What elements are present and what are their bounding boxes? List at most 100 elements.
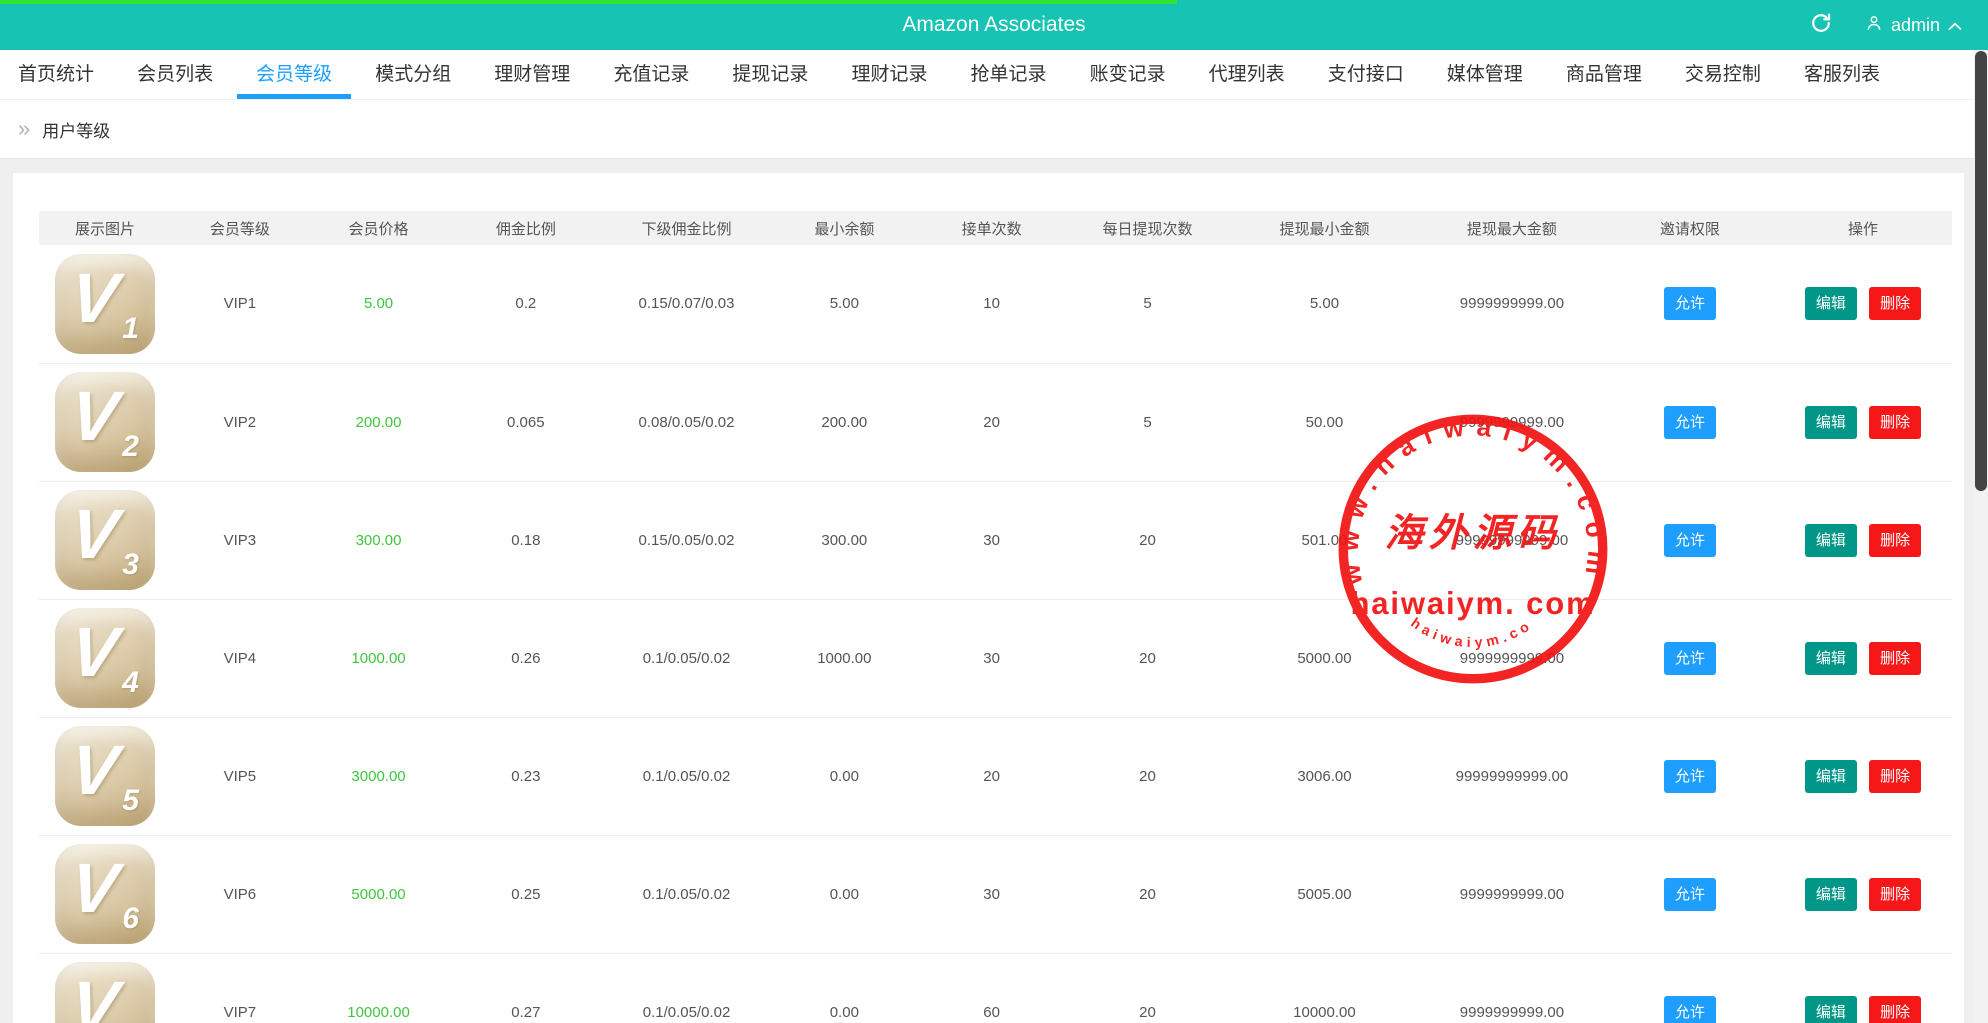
table-body: V 1 VIP1 5.00 0.2 0.15/0.07/0.03 5.00 10… xyxy=(39,245,1952,1023)
vip-badge: V 1 xyxy=(55,254,155,354)
actions-cell: 编辑 删除 xyxy=(1774,363,1952,481)
nav-tab-10[interactable]: 代理列表 xyxy=(1209,50,1285,99)
badge-cell: V 3 xyxy=(39,481,171,599)
vertical-scrollbar[interactable] xyxy=(1974,50,1988,1023)
commission-ratio-cell: 0.065 xyxy=(448,363,603,481)
daily-withdraw-count-cell: 20 xyxy=(1064,717,1230,835)
table-row: V 4 VIP4 1000.00 0.26 0.1/0.05/0.02 1000… xyxy=(39,599,1952,717)
badge-number: 6 xyxy=(122,902,139,936)
actions-cell: 编辑 删除 xyxy=(1774,835,1952,953)
delete-button[interactable]: 删除 xyxy=(1869,406,1921,439)
nav-tab-15[interactable]: 客服列表 xyxy=(1804,50,1880,99)
invite-permission-cell: 允许 xyxy=(1606,363,1774,481)
edit-button[interactable]: 编辑 xyxy=(1805,642,1857,675)
allow-button[interactable]: 允许 xyxy=(1664,878,1716,911)
min-balance-cell: 0.00 xyxy=(770,835,919,953)
nav-tab-8[interactable]: 抢单记录 xyxy=(971,50,1047,99)
withdraw-max-cell: 9999999999.00 xyxy=(1418,953,1605,1023)
invite-permission-cell: 允许 xyxy=(1606,599,1774,717)
nav-tab-4[interactable]: 理财管理 xyxy=(494,50,570,99)
allow-button[interactable]: 允许 xyxy=(1664,996,1716,1023)
badge-cell: V 1 xyxy=(39,245,171,363)
vip-levels-table: 展示图片会员等级会员价格佣金比例下级佣金比例最小余额接单次数每日提现次数提现最小… xyxy=(39,211,1952,1023)
delete-button[interactable]: 删除 xyxy=(1869,642,1921,675)
allow-button[interactable]: 允许 xyxy=(1664,642,1716,675)
order-count-cell: 10 xyxy=(919,245,1064,363)
min-balance-cell: 200.00 xyxy=(770,363,919,481)
vip-badge: V 2 xyxy=(55,372,155,472)
edit-button[interactable]: 编辑 xyxy=(1805,878,1857,911)
level-cell: VIP2 xyxy=(171,363,309,481)
order-count-cell: 20 xyxy=(919,363,1064,481)
daily-withdraw-count-cell: 20 xyxy=(1064,835,1230,953)
nav-tab-1[interactable]: 会员列表 xyxy=(137,50,213,99)
user-name: admin xyxy=(1891,15,1940,36)
column-header-2: 会员价格 xyxy=(309,211,449,245)
nav-tab-12[interactable]: 媒体管理 xyxy=(1447,50,1523,99)
badge-letter: V xyxy=(67,494,122,574)
order-count-cell: 60 xyxy=(919,953,1064,1023)
withdraw-max-cell: 99999999999.00 xyxy=(1418,481,1605,599)
nav-tab-7[interactable]: 理财记录 xyxy=(851,50,927,99)
double-chevron-right-icon: » xyxy=(18,118,30,140)
table-row: V 7 VIP7 10000.00 0.27 0.1/0.05/0.02 0.0… xyxy=(39,953,1952,1023)
delete-button[interactable]: 删除 xyxy=(1869,524,1921,557)
sub-commission-ratio-cell: 0.1/0.05/0.02 xyxy=(603,835,769,953)
badge-letter: V xyxy=(67,730,122,810)
nav-tab-0[interactable]: 首页统计 xyxy=(18,50,94,99)
badge-number: 2 xyxy=(122,430,139,464)
badge-letter: V xyxy=(67,848,122,928)
min-balance-cell: 300.00 xyxy=(770,481,919,599)
edit-button[interactable]: 编辑 xyxy=(1805,287,1857,320)
badge-letter: V xyxy=(67,258,122,338)
level-cell: VIP4 xyxy=(171,599,309,717)
nav-tab-2[interactable]: 会员等级 xyxy=(256,50,332,99)
badge-cell: V 5 xyxy=(39,717,171,835)
daily-withdraw-count-cell: 20 xyxy=(1064,953,1230,1023)
edit-button[interactable]: 编辑 xyxy=(1805,406,1857,439)
order-count-cell: 30 xyxy=(919,835,1064,953)
daily-withdraw-count-cell: 5 xyxy=(1064,363,1230,481)
user-icon xyxy=(1865,14,1883,37)
nav-tab-11[interactable]: 支付接口 xyxy=(1328,50,1404,99)
daily-withdraw-count-cell: 20 xyxy=(1064,481,1230,599)
withdraw-min-cell: 501.00 xyxy=(1231,481,1418,599)
edit-button[interactable]: 编辑 xyxy=(1805,996,1857,1023)
delete-button[interactable]: 删除 xyxy=(1869,878,1921,911)
delete-button[interactable]: 删除 xyxy=(1869,287,1921,320)
min-balance-cell: 0.00 xyxy=(770,953,919,1023)
scrollbar-thumb[interactable] xyxy=(1975,51,1987,491)
nav-tab-3[interactable]: 模式分组 xyxy=(375,50,451,99)
badge-letter: V xyxy=(67,612,122,692)
invite-permission-cell: 允许 xyxy=(1606,953,1774,1023)
nav-tab-13[interactable]: 商品管理 xyxy=(1566,50,1642,99)
sub-commission-ratio-cell: 0.08/0.05/0.02 xyxy=(603,363,769,481)
allow-button[interactable]: 允许 xyxy=(1664,406,1716,439)
level-cell: VIP1 xyxy=(171,245,309,363)
level-cell: VIP5 xyxy=(171,717,309,835)
table-header-row: 展示图片会员等级会员价格佣金比例下级佣金比例最小余额接单次数每日提现次数提现最小… xyxy=(39,211,1952,245)
nav-tab-6[interactable]: 提现记录 xyxy=(732,50,808,99)
edit-button[interactable]: 编辑 xyxy=(1805,760,1857,793)
nav-tab-5[interactable]: 充值记录 xyxy=(613,50,689,99)
nav-tab-14[interactable]: 交易控制 xyxy=(1685,50,1761,99)
actions-cell: 编辑 删除 xyxy=(1774,953,1952,1023)
actions-cell: 编辑 删除 xyxy=(1774,245,1952,363)
user-menu[interactable]: admin xyxy=(1853,0,1988,50)
order-count-cell: 30 xyxy=(919,599,1064,717)
nav-tab-9[interactable]: 账变记录 xyxy=(1090,50,1166,99)
allow-button[interactable]: 允许 xyxy=(1664,760,1716,793)
refresh-button[interactable] xyxy=(1789,0,1853,50)
breadcrumb: » 用户等级 xyxy=(0,100,1988,159)
table-row: V 2 VIP2 200.00 0.065 0.08/0.05/0.02 200… xyxy=(39,363,1952,481)
min-balance-cell: 1000.00 xyxy=(770,599,919,717)
allow-button[interactable]: 允许 xyxy=(1664,524,1716,557)
delete-button[interactable]: 删除 xyxy=(1869,996,1921,1023)
commission-ratio-cell: 0.26 xyxy=(448,599,603,717)
actions-cell: 编辑 删除 xyxy=(1774,599,1952,717)
badge-number: 3 xyxy=(122,548,139,582)
allow-button[interactable]: 允许 xyxy=(1664,287,1716,320)
delete-button[interactable]: 删除 xyxy=(1869,760,1921,793)
edit-button[interactable]: 编辑 xyxy=(1805,524,1857,557)
invite-permission-cell: 允许 xyxy=(1606,717,1774,835)
